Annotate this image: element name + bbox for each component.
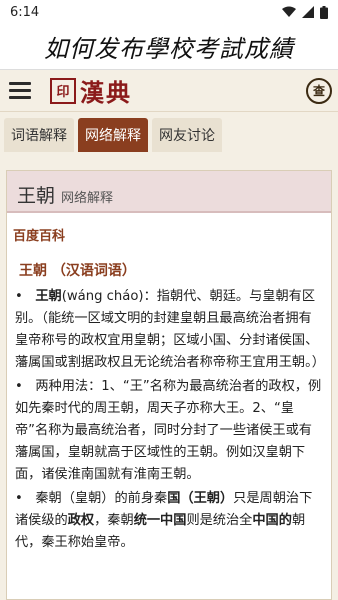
paragraph-text: 两种用法：1、“王”名称为最高统治者的政权，例如先秦时代的周王朝，周天子亦称大王… (15, 379, 322, 482)
definition-paragraph: • 王朝(wáng cháo)：指朝代、朝廷。与皇朝有区别。（能统一区域文明的封… (15, 289, 325, 370)
menu-button[interactable] (6, 75, 38, 107)
logo-text: 漢典 (80, 78, 132, 107)
tab-word-definition[interactable]: 词语解释 (4, 118, 74, 152)
entry-title: 王朝 （汉语词语） (19, 263, 136, 279)
signal-icon (302, 6, 314, 18)
definition-paragraph: • 秦朝（皇朝）的前身秦国（王朝）只是周朝治下诸侯级的政权，秦朝统一中国则是统治… (15, 491, 313, 550)
card-subtitle: 网络解释 (61, 191, 114, 206)
search-button[interactable]: 查 (306, 77, 332, 104)
term-bold: 统一中国 (133, 513, 187, 528)
definition-body: • 王朝(wáng cháo)：指朝代、朝廷。与皇朝有区别。（能统一区域文明的封… (7, 280, 331, 554)
term-bold: 政权 (67, 513, 95, 528)
banner-text: 如何发布學校考試成績 (44, 35, 294, 63)
menu-icon-line (9, 89, 31, 92)
paragraph-text: 秦朝（皇朝）的前身秦 (35, 491, 168, 506)
source-label: 百度百科 (13, 229, 66, 244)
tab-user-discussion[interactable]: 网友讨论 (152, 118, 222, 152)
paragraph-text: (wáng cháo)：指朝代、朝廷。与皇朝有区别。（能统一区域文明的封建皇朝且… (15, 289, 325, 370)
status-icons (282, 5, 328, 19)
card-header: 王朝 网络解释 (7, 171, 331, 213)
logo-seal-icon: 印 (50, 77, 76, 104)
tab-bar: 词语解释 网络解释 网友讨论 (0, 112, 338, 156)
app-logo[interactable]: 印 漢典 (50, 73, 132, 108)
wifi-icon (282, 6, 296, 17)
entry-word: 王朝 (17, 185, 56, 207)
status-bar: 6:14 (0, 0, 338, 24)
term-bold: 中国的 (252, 513, 292, 528)
term-bold: 国（王朝） (167, 491, 234, 506)
paragraph-text: 则是统治全 (186, 513, 253, 528)
term-bold: 王朝 (35, 289, 62, 304)
status-time: 6:14 (10, 4, 40, 20)
menu-icon-line (9, 96, 31, 99)
definition-paragraph: • 两种用法：1、“王”名称为最高统治者的政权，例如先秦时代的周王朝，周天子亦称… (15, 379, 322, 482)
menu-icon-line (9, 82, 31, 85)
tab-web-definition[interactable]: 网络解释 (78, 118, 148, 152)
app-bar: 印 漢典 查 (0, 70, 338, 112)
paragraph-text: ，秦朝 (94, 513, 134, 528)
battery-icon (320, 5, 328, 19)
definition-card: 王朝 网络解释 百度百科 王朝 （汉语词语） • 王朝(wáng cháo)：指… (6, 170, 332, 600)
banner[interactable]: 如何发布學校考試成績 (0, 24, 338, 70)
